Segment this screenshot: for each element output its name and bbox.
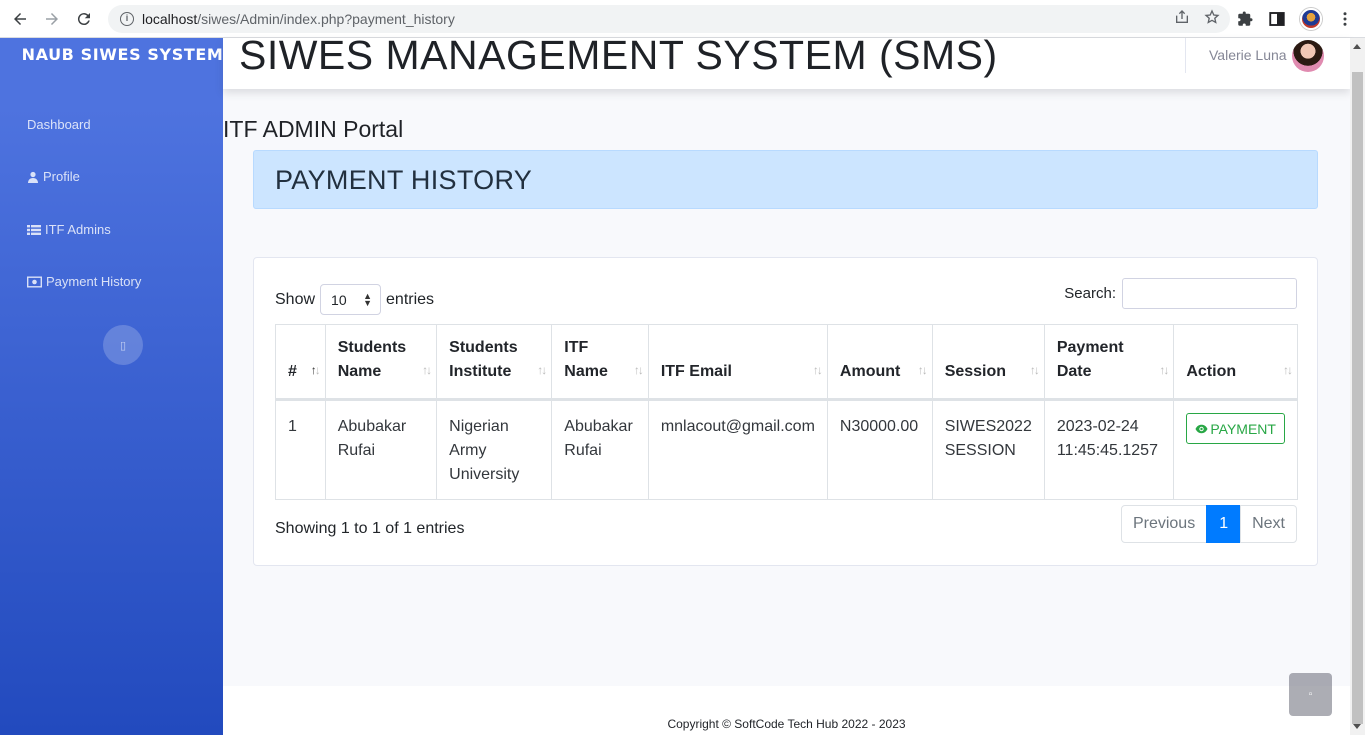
extensions-puzzle-icon[interactable] xyxy=(1236,10,1254,28)
sort-icon: ↑↓ xyxy=(1029,363,1040,377)
eye-icon xyxy=(1195,424,1208,433)
entries-select-value: 10 xyxy=(331,291,347,308)
sidebar-item-profile[interactable]: Profile xyxy=(27,169,80,184)
column-header-amount[interactable]: Amount ↑↓ xyxy=(826,324,933,400)
site-info-icon[interactable]: i xyxy=(120,12,134,26)
share-icon[interactable] xyxy=(1174,9,1190,25)
scroll-thumb[interactable] xyxy=(1352,72,1363,724)
sort-icon: ↑↓ xyxy=(537,363,547,377)
column-header-num[interactable]: # ↑↓ xyxy=(275,324,326,400)
sidebar: NAUB SIWES SYSTEM Dashboard Profile ITF … xyxy=(0,38,223,735)
column-header-payment-date[interactable]: Payment Date ↑↓ xyxy=(1043,324,1175,400)
show-label: Show xyxy=(275,290,316,308)
table-info: Showing 1 to 1 of 1 entries xyxy=(275,520,465,537)
column-header-itf-name[interactable]: ITF Name ↑↓ xyxy=(551,324,649,400)
topbar-divider xyxy=(1185,38,1186,73)
entries-length-control: Show 10 ▲ ▼ entries xyxy=(275,284,434,315)
portal-title: ITF ADMIN Portal xyxy=(223,116,404,142)
list-icon xyxy=(27,224,41,235)
system-title: SIWES MANAGEMENT SYSTEM (SMS) xyxy=(239,32,998,78)
sidebar-item-label: Profile xyxy=(43,169,80,184)
sort-icon: ↑↓ xyxy=(310,363,321,377)
sort-icon: ↑↓ xyxy=(1159,363,1169,377)
pagination-next[interactable]: Next xyxy=(1240,505,1297,543)
view-payment-label: PAYMENT xyxy=(1210,420,1276,437)
user-name[interactable]: Valerie Luna xyxy=(1209,47,1287,63)
user-icon xyxy=(28,171,38,183)
cell-amount: N30000.00 xyxy=(826,399,933,500)
view-payment-button[interactable]: PAYMENT xyxy=(1186,413,1285,444)
sidebar-item-payment-history[interactable]: Payment History xyxy=(27,274,141,289)
column-header-itf-email[interactable]: ITF Email ↑↓ xyxy=(647,324,828,400)
sidebar-item-label: Dashboard xyxy=(27,117,91,132)
search-control: Search: xyxy=(1064,278,1297,309)
money-icon xyxy=(27,275,42,288)
table-header-row: # ↑↓ Students Name ↑↓ Students Institute ↑↓… xyxy=(275,324,1298,400)
payment-table-card: Show 10 ▲ ▼ entries Search: # ↑↓ Students … xyxy=(253,257,1318,566)
search-label: Search: xyxy=(1064,285,1116,302)
forward-arrow-icon[interactable] xyxy=(40,7,64,31)
pagination-previous[interactable]: Previous xyxy=(1120,505,1208,543)
page-scrollbar[interactable] xyxy=(1350,38,1365,735)
sidebar-item-label: Payment History xyxy=(46,274,142,289)
column-header-action[interactable]: Action ↑↓ xyxy=(1173,324,1298,400)
url-text: localhost/siwes/Admin/index.php?payment_… xyxy=(142,11,455,27)
reload-icon[interactable] xyxy=(72,7,96,31)
pagination-page-1[interactable]: 1 xyxy=(1206,505,1242,543)
scroll-to-top-button[interactable]: ▫ xyxy=(1289,673,1332,716)
sidebar-item-dashboard[interactable]: Dashboard xyxy=(27,117,91,132)
bookmark-star-icon[interactable] xyxy=(1204,9,1220,25)
search-input[interactable] xyxy=(1122,278,1297,309)
sidebar-item-itf-admins[interactable]: ITF Admins xyxy=(27,222,111,237)
entries-select[interactable]: 10 ▲ ▼ xyxy=(320,284,382,315)
sidebar-item-label: ITF Admins xyxy=(45,222,111,237)
sort-icon: ↑↓ xyxy=(422,363,432,377)
back-arrow-icon[interactable] xyxy=(8,7,32,31)
select-arrows-icon: ▲ ▼ xyxy=(363,290,373,308)
cell-itf-email: mnlacout@gmail.com xyxy=(647,399,828,500)
footer: Copyright © SoftCode Tech Hub 2022 - 202… xyxy=(223,686,1350,735)
cell-institute: Nigerian Army University xyxy=(436,399,553,500)
table-row: 1 Abubakar Rufai Nigerian Army Universit… xyxy=(275,399,1298,500)
cell-itf-name: Abubakar Rufai xyxy=(551,399,649,500)
more-menu-icon[interactable] xyxy=(1336,10,1354,28)
topbar: SIWES MANAGEMENT SYSTEM (SMS) Valerie Lu… xyxy=(223,32,1350,89)
cell-student-name: Abubakar Rufai xyxy=(324,399,438,500)
browser-profile-avatar[interactable] xyxy=(1300,8,1322,30)
entries-label: entries xyxy=(386,290,435,308)
sidebar-brand[interactable]: NAUB SIWES SYSTEM xyxy=(0,45,245,64)
column-header-session[interactable]: Session ↑↓ xyxy=(931,324,1045,400)
cell-num: 1 xyxy=(275,399,326,500)
cell-action: PAYMENT xyxy=(1173,399,1298,500)
sort-icon: ↑↓ xyxy=(812,363,823,377)
cell-session: SIWES2022 SESSION xyxy=(931,399,1045,500)
address-bar[interactable]: i localhost/siwes/Admin/index.php?paymen… xyxy=(108,5,1230,33)
scroll-down-arrow-icon[interactable] xyxy=(1353,724,1361,729)
column-header-students-name[interactable]: Students Name ↑↓ xyxy=(324,324,438,400)
pagination: Previous 1 Next xyxy=(1120,505,1297,543)
cell-payment-date: 2023-02-24 11:45:45.1257 xyxy=(1043,399,1175,500)
page-title: PAYMENT HISTORY xyxy=(275,165,533,195)
payment-history-table: # ↑↓ Students Name ↑↓ Students Institute ↑↓… xyxy=(275,324,1298,500)
sort-icon: ↑↓ xyxy=(917,363,928,377)
scroll-up-arrow-icon[interactable] xyxy=(1353,44,1361,49)
page-heading-banner: PAYMENT HISTORY xyxy=(253,150,1318,209)
side-panel-icon[interactable] xyxy=(1268,10,1286,28)
sidebar-toggle-button[interactable]: ▯ xyxy=(103,325,143,365)
copyright-text: Copyright © SoftCode Tech Hub 2022 - 202… xyxy=(667,717,906,731)
sort-icon: ↑↓ xyxy=(1283,363,1293,377)
sort-icon: ↑↓ xyxy=(633,363,644,377)
column-header-students-institute[interactable]: Students Institute ↑↓ xyxy=(436,324,553,400)
user-avatar[interactable] xyxy=(1292,40,1324,72)
